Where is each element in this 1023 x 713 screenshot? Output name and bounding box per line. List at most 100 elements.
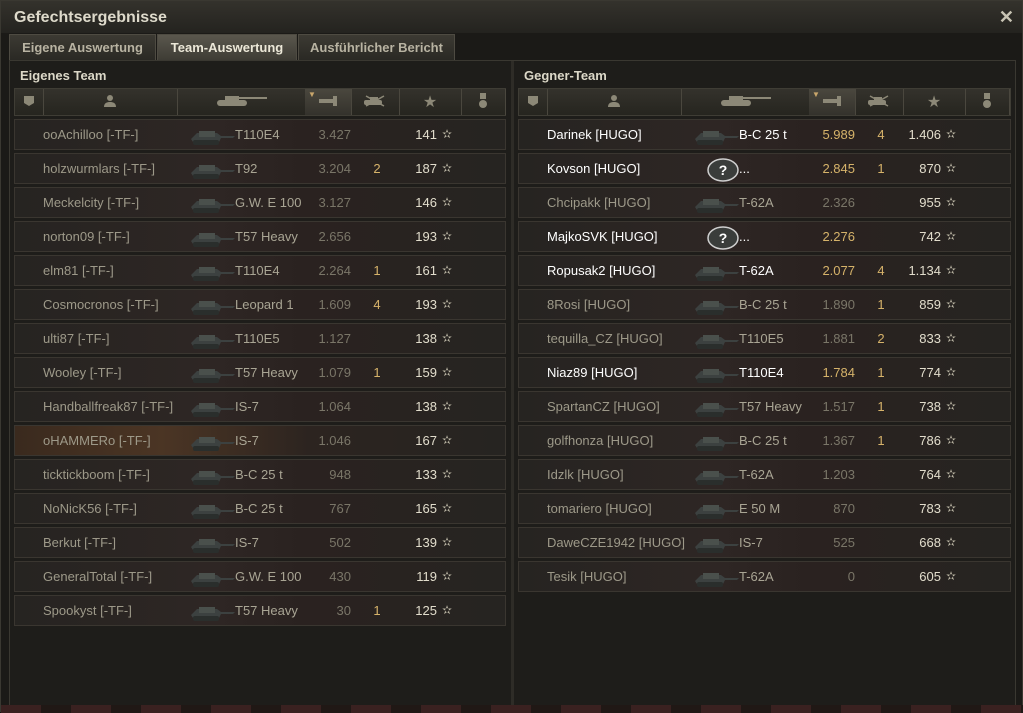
- player-row[interactable]: Ropusak2 [HUGO] T-62A 2.077 4 1.134 ✫: [518, 255, 1011, 286]
- tank-name: B-C 25 t: [739, 127, 787, 142]
- medal-column-header[interactable]: [965, 89, 1010, 115]
- experience-value: 955: [919, 195, 941, 210]
- damage-value: 3.427: [318, 127, 351, 142]
- player-row[interactable]: Spookyst [-TF-] T57 Heavy 30 1 125 ✫: [14, 595, 506, 626]
- player-row[interactable]: norton09 [-TF-] T57 Heavy 2.656 193 ✫: [14, 221, 506, 252]
- tank-column-header[interactable]: [681, 89, 810, 115]
- tank-icon: [691, 463, 741, 487]
- tank-name: B-C 25 t: [739, 433, 787, 448]
- player-row[interactable]: Idzlk [HUGO] T-62A 1.203 764 ✫: [518, 459, 1011, 490]
- title-bar: Gefechtsergebnisse ✕: [1, 1, 1022, 33]
- frags-column-header[interactable]: [855, 89, 904, 115]
- platoon-column-header[interactable]: [519, 89, 548, 115]
- player-row[interactable]: Niaz89 [HUGO] T110E4 1.784 1 774 ✫: [518, 357, 1011, 388]
- experience-star-icon: ★: [926, 94, 942, 111]
- player-row[interactable]: NoNicK56 [-TF-] B-C 25 t 767 165 ✫: [14, 493, 506, 524]
- player-row[interactable]: elm81 [-TF-] T110E4 2.264 1 161 ✫: [14, 255, 506, 286]
- platoon-column-header[interactable]: [15, 89, 44, 115]
- svg-text:?: ?: [719, 162, 728, 178]
- tank-name: T110E4: [739, 365, 784, 380]
- player-row[interactable]: Tesik [HUGO] T-62A 0 605 ✫: [518, 561, 1011, 592]
- player-row[interactable]: 8Rosi [HUGO] B-C 25 t 1.890 1 859 ✫: [518, 289, 1011, 320]
- player-column-header[interactable]: [43, 89, 178, 115]
- close-icon[interactable]: ✕: [999, 7, 1014, 28]
- player-row[interactable]: golfhonza [HUGO] B-C 25 t 1.367 1 786 ✫: [518, 425, 1011, 456]
- tank-name: T92: [235, 161, 258, 176]
- own-team-panel: Eigenes Team ▼ ★ ooAchilloo [-TF-] T110E4 3…: [10, 61, 510, 707]
- frags-column-header[interactable]: [351, 89, 400, 115]
- tank-icon: [187, 497, 237, 521]
- experience-value: 146: [415, 195, 437, 210]
- tank-name: G.W. E 100: [235, 195, 302, 210]
- experience-value: 119: [416, 569, 437, 584]
- damage-value: 0: [847, 569, 855, 584]
- player-column-header[interactable]: [547, 89, 682, 115]
- experience-value: 742: [919, 229, 941, 244]
- player-row[interactable]: ooAchilloo [-TF-] T110E4 3.427 141 ✫: [14, 119, 506, 150]
- tank-icon: [187, 429, 237, 453]
- damage-value: 1.517: [822, 399, 855, 414]
- tank-icon: [691, 395, 741, 419]
- experience-value: 738: [919, 399, 941, 414]
- tank-name: B-C 25 t: [235, 501, 283, 516]
- player-row[interactable]: oHAMMERo [-TF-] IS-7 1.046 167 ✫: [14, 425, 506, 456]
- experience-value: 193: [415, 229, 437, 244]
- damage-value: 30: [336, 603, 351, 618]
- tank-name: G.W. E 100: [235, 569, 302, 584]
- player-row[interactable]: ulti87 [-TF-] T110E5 1.127 138 ✫: [14, 323, 506, 354]
- player-row[interactable]: Cosmocronos [-TF-] Leopard 1 1.609 4 193 ✫: [14, 289, 506, 320]
- player-row[interactable]: Berkut [-TF-] IS-7 502 139 ✫: [14, 527, 506, 558]
- player-row[interactable]: Wooley [-TF-] T57 Heavy 1.079 1 159 ✫: [14, 357, 506, 388]
- tank-icon: [187, 157, 237, 181]
- experience-star-icon: ✫: [946, 195, 957, 209]
- damage-value: 3.204: [318, 161, 351, 176]
- experience-star-column-header[interactable]: ★: [903, 89, 966, 115]
- player-row[interactable]: Darinek [HUGO] B-C 25 t 5.989 4 1.406 ✫: [518, 119, 1011, 150]
- medal-column-header[interactable]: [461, 89, 506, 115]
- damage-column-header[interactable]: ▼: [809, 89, 856, 115]
- tab-team-auswertung[interactable]: Team-Auswertung: [157, 34, 297, 60]
- tank-icon: [187, 463, 237, 487]
- damage-value: 1.367: [822, 433, 855, 448]
- player-row[interactable]: Meckelcity [-TF-] G.W. E 100 3.127 146 ✫: [14, 187, 506, 218]
- experience-star-icon: ★: [422, 94, 438, 111]
- player-name: GeneralTotal [-TF-]: [43, 569, 153, 584]
- player-row[interactable]: DaweCZE1942 [HUGO] IS-7 525 668 ✫: [518, 527, 1011, 558]
- player-row[interactable]: SpartanCZ [HUGO] T57 Heavy 1.517 1 738 ✫: [518, 391, 1011, 422]
- experience-star-icon: ✫: [442, 331, 453, 345]
- experience-value: 870: [919, 161, 941, 176]
- player-row[interactable]: tequilla_CZ [HUGO] T110E5 1.881 2 833 ✫: [518, 323, 1011, 354]
- tank-icon: [691, 191, 741, 215]
- player-name: MajkoSVK [HUGO]: [547, 229, 658, 244]
- tank-icon: [187, 395, 237, 419]
- player-row[interactable]: Handballfreak87 [-TF-] IS-7 1.064 138 ✫: [14, 391, 506, 422]
- player-row[interactable]: tomariero [HUGO] E 50 M 870 783 ✫: [518, 493, 1011, 524]
- medal-icon: [477, 92, 489, 112]
- experience-star-column-header[interactable]: ★: [399, 89, 462, 115]
- team-results-content: Eigenes Team ▼ ★ ooAchilloo [-TF-] T110E4 3…: [9, 60, 1016, 708]
- tank-icon: [691, 259, 741, 283]
- tab-ausfuehrlicher-bericht[interactable]: Ausführlicher Bericht: [298, 34, 455, 60]
- tank-icon: [187, 599, 237, 623]
- player-row[interactable]: holzwurmlars [-TF-] T92 3.204 2 187 ✫: [14, 153, 506, 184]
- tank-icon: [691, 497, 741, 521]
- tank-icon: [187, 191, 237, 215]
- tab-eigene-auswertung[interactable]: Eigene Auswertung: [9, 34, 156, 60]
- tank-column-header[interactable]: [177, 89, 306, 115]
- player-row[interactable]: MajkoSVK [HUGO]?... 2.276 742 ✫: [518, 221, 1011, 252]
- player-name: elm81 [-TF-]: [43, 263, 114, 278]
- experience-star-icon: ✫: [442, 501, 453, 515]
- player-row[interactable]: Kovson [HUGO]?... 2.845 1 870 ✫: [518, 153, 1011, 184]
- player-name: oHAMMERo [-TF-]: [43, 433, 151, 448]
- tank-icon: [691, 361, 741, 385]
- damage-column-header[interactable]: ▼: [305, 89, 352, 115]
- experience-value: 139: [415, 535, 437, 550]
- player-row[interactable]: Chcipakk [HUGO] T-62A 2.326 955 ✫: [518, 187, 1011, 218]
- player-row[interactable]: ticktickboom [-TF-] B-C 25 t 948 133 ✫: [14, 459, 506, 490]
- experience-star-icon: ✫: [946, 127, 957, 141]
- experience-star-icon: ✫: [946, 399, 957, 413]
- own-team-title: Eigenes Team: [20, 68, 107, 83]
- tank-name: ...: [739, 161, 750, 176]
- player-row[interactable]: GeneralTotal [-TF-] G.W. E 100 430 119 ✫: [14, 561, 506, 592]
- player-name: DaweCZE1942 [HUGO]: [547, 535, 685, 550]
